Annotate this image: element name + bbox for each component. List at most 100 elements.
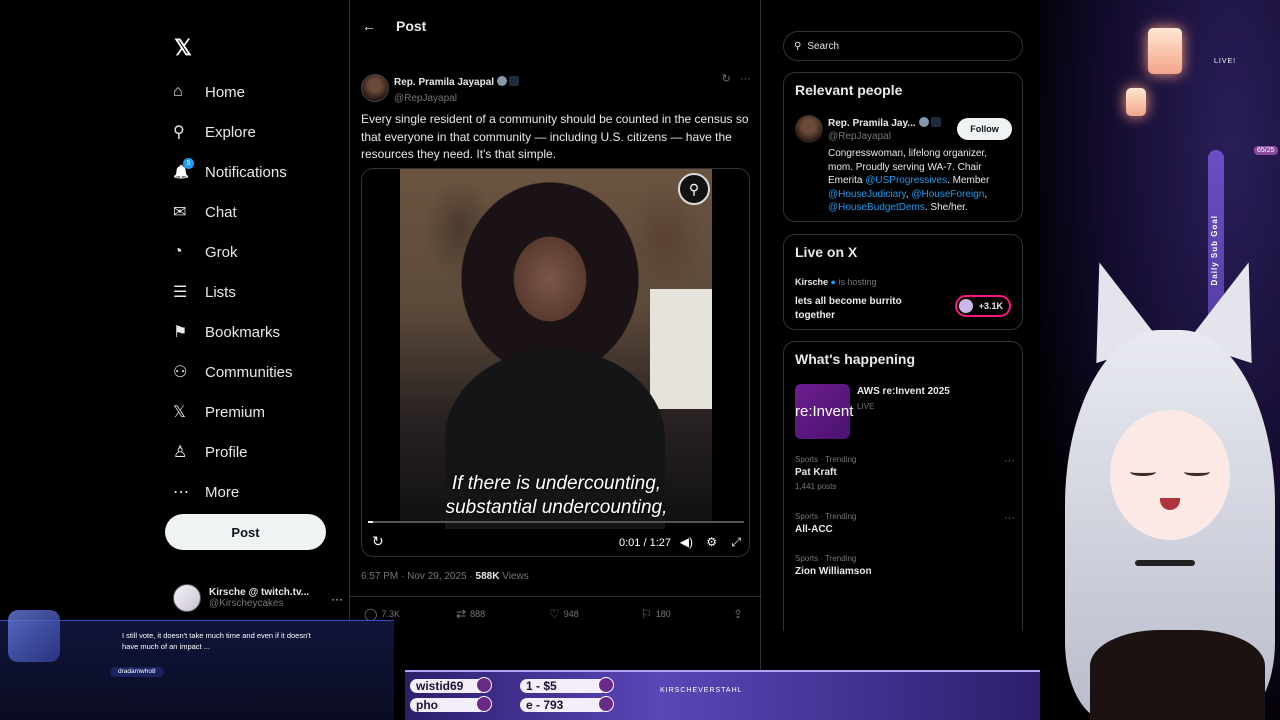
account-switcher[interactable]: Kirsche @ twitch.tv... @Kirscheycakes ··… (173, 584, 343, 612)
author-handle[interactable]: @RepJayapal (394, 93, 519, 104)
goal-pill: 1 - $5 (520, 677, 614, 693)
grok-icon: ◔ (173, 243, 183, 260)
bio-mention-link[interactable]: @USProgressives (865, 175, 947, 186)
more-circle-icon: ⋯ (173, 484, 189, 501)
avatar-mouth (1160, 498, 1180, 510)
bio-mention-link[interactable]: @HouseBudgetDems (828, 202, 925, 213)
hud-goal: e - 793 (526, 698, 564, 712)
account-name: Kirsche @ twitch.tv... (209, 587, 310, 598)
trend-item[interactable]: Sports · Trending Zion Williamson (795, 554, 1015, 577)
post-actions: ◯ 7.3K ⇄ 888 ♡ 948 ⚐ 180 ⇪ (350, 596, 762, 628)
gem-icon (598, 696, 614, 712)
trend-name: All-ACC (795, 524, 833, 535)
post-timestamp[interactable]: 6:57 PM · Nov 29, 2025 · (361, 571, 476, 582)
settings-gear-icon[interactable]: ⚙ (706, 535, 717, 549)
nav-home[interactable]: ⌂ Home (165, 72, 345, 112)
nav-label: Explore (205, 123, 256, 141)
reply-button[interactable]: ◯ 7.3K (364, 607, 400, 621)
government-badge-icon (509, 76, 520, 86)
live-host-name: Kirsche (795, 277, 829, 287)
post-column: ← Post Rep. Pramila Jayapal @RepJayapal … (349, 0, 762, 720)
nav-chat[interactable]: ✉ Chat (165, 192, 345, 232)
hud-goal: 1 - $5 (526, 679, 557, 693)
volume-icon[interactable]: ◀) (680, 535, 693, 549)
nav-grok[interactable]: ◔ Grok (165, 232, 345, 272)
repost-button[interactable]: ⇄ 888 (456, 607, 485, 621)
verified-badge-icon: ● (830, 277, 836, 287)
trend-item[interactable]: Sports · Trending All-ACC ··· (795, 512, 1015, 535)
nav-communities[interactable]: ⚇ Communities (165, 352, 345, 392)
event-title[interactable]: AWS re:Invent 2025 (857, 386, 950, 397)
more-icon[interactable]: ··· (1004, 455, 1015, 467)
post-button[interactable]: Post (165, 514, 326, 550)
person-name[interactable]: Rep. Pramila Jay... (828, 117, 941, 129)
nav-notifications[interactable]: 🔔 5 Notifications (165, 152, 345, 192)
trend-name: Zion Williamson (795, 566, 872, 577)
account-text: Kirsche @ twitch.tv... @Kirscheycakes (209, 587, 309, 609)
live-host: Kirsche ● is hosting (795, 277, 877, 287)
bio-mention-link[interactable]: @HouseJudiciary (828, 189, 906, 200)
hud-username: wistid69 (416, 679, 464, 693)
like-button[interactable]: ♡ 948 (549, 607, 579, 621)
search-input[interactable] (807, 40, 998, 52)
relevant-people-card: Relevant people Rep. Pramila Jay... @Rep… (783, 72, 1023, 222)
live-on-x-card[interactable]: Live on X Kirsche ● is hosting lets all … (783, 234, 1023, 330)
bio-text: . She/her. (924, 202, 968, 213)
recent-follower-pill: wistid69 (410, 677, 492, 693)
nav-lists[interactable]: ☰ Lists (165, 272, 345, 312)
event-thumbnail[interactable]: re:Invent (795, 384, 853, 439)
search-box[interactable]: ⚲ (783, 31, 1023, 61)
trend-item[interactable]: Sports · Trending Pat Kraft 1,441 posts … (795, 455, 1015, 491)
replay-icon[interactable]: ↻ (372, 533, 384, 550)
cat-bot-icon (8, 610, 60, 662)
verified-badge-icon (918, 117, 929, 127)
avatar-eye (1130, 468, 1156, 476)
author-name[interactable]: Rep. Pramila Jayapal (394, 77, 494, 88)
author-avatar[interactable] (361, 74, 389, 102)
person-handle: @RepJayapal (828, 131, 891, 142)
fullscreen-icon[interactable]: ⤢ (731, 535, 741, 550)
avatar (173, 584, 201, 612)
video-frame: ⚲ (400, 169, 712, 529)
bookmark-button[interactable]: ⚐ 180 (641, 607, 671, 621)
video-controls: ↻ 0:01 / 1:27 ◀) ⚙ ⤢ (362, 529, 749, 553)
back-arrow-icon[interactable]: ← (362, 18, 396, 34)
person-icon: ♙ (173, 444, 188, 461)
card-title: What's happening (795, 351, 915, 367)
repost-count: 888 (470, 609, 486, 619)
nav-bookmarks[interactable]: ⚑ Bookmarks (165, 312, 345, 352)
bio-mention-link[interactable]: @HouseForeign (911, 189, 984, 200)
video-caption-line: If there is undercounting, (451, 473, 662, 494)
heart-icon (476, 677, 492, 693)
trend-category: Sports · Trending (795, 554, 857, 563)
page-title: Post (396, 18, 427, 34)
more-icon[interactable]: ··· (331, 592, 343, 606)
list-icon: ☰ (173, 284, 188, 301)
video-caption-line: substantial undercounting, (445, 497, 668, 518)
post-header: ← Post (350, 0, 760, 52)
video-progress-bar[interactable] (368, 521, 744, 523)
grok-explain-icon[interactable]: ↻ (722, 73, 731, 85)
nav-explore[interactable]: ⚲ Explore (165, 112, 345, 152)
goal-pill: e - 793 (520, 696, 614, 712)
nav-profile[interactable]: ♙ Profile (165, 432, 345, 472)
card-title: Live on X (795, 244, 858, 260)
heart-icon: ♡ (549, 607, 560, 621)
person-avatar[interactable] (795, 115, 823, 143)
nav-label: Notifications (205, 163, 287, 181)
post-author: Rep. Pramila Jayapal @RepJayapal ↻ ··· (361, 72, 751, 104)
bio-text: , (984, 188, 988, 200)
bookmark-icon: ⚐ (641, 607, 652, 621)
nav-premium[interactable]: 𝕏 Premium (165, 392, 345, 432)
search-icon: ⚲ (173, 124, 185, 141)
share-button[interactable]: ⇪ (733, 607, 747, 621)
government-badge-icon (930, 117, 941, 127)
video-progress-fill (368, 521, 373, 523)
nav-more[interactable]: ⋯ More (165, 472, 345, 512)
video-player[interactable]: ⚲ If there is undercounting, substantial… (361, 168, 750, 557)
more-icon[interactable]: ··· (740, 73, 751, 85)
x-logo-icon[interactable]: 𝕏 (165, 30, 201, 66)
follow-button[interactable]: Follow (957, 118, 1012, 140)
more-icon[interactable]: ··· (1004, 512, 1015, 524)
avatar-eye (1184, 468, 1210, 476)
